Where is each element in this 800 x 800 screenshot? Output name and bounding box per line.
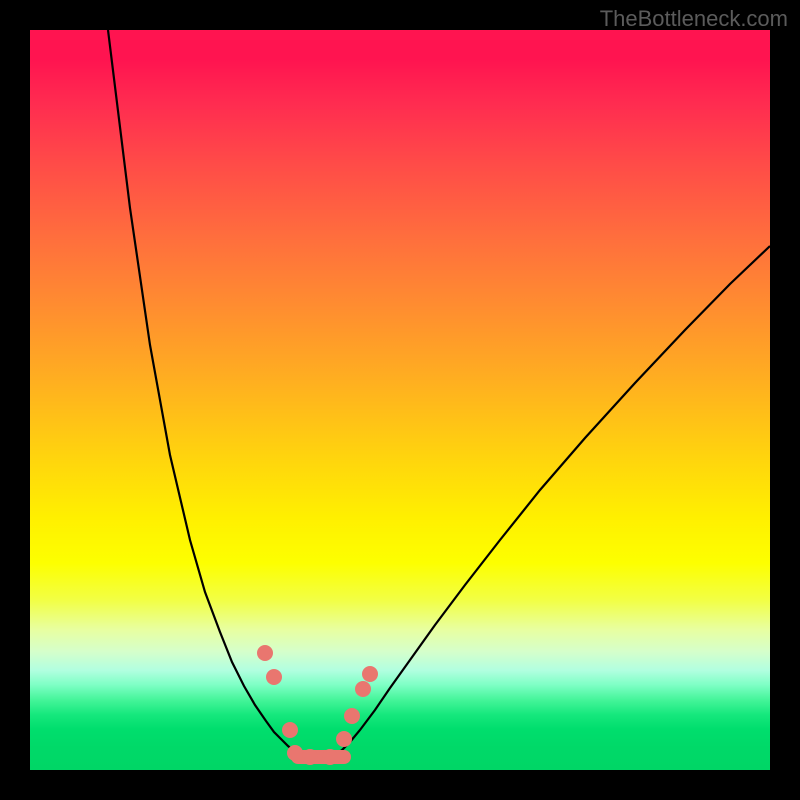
bottleneck-curve-left: [108, 30, 306, 755]
bottleneck-marker: [362, 666, 378, 682]
bottleneck-marker: [266, 669, 282, 685]
bottleneck-marker: [322, 749, 338, 765]
bottleneck-marker: [344, 708, 360, 724]
chart-plot-area: [30, 30, 770, 770]
bottleneck-marker: [355, 681, 371, 697]
bottleneck-marker: [302, 749, 318, 765]
bottleneck-marker: [282, 722, 298, 738]
chart-frame: TheBottleneck.com: [0, 0, 800, 800]
bottleneck-marker: [287, 745, 303, 761]
chart-svg: [30, 30, 770, 770]
bottleneck-marker: [336, 731, 352, 747]
watermark-text: TheBottleneck.com: [600, 6, 788, 32]
bottleneck-markers: [257, 645, 378, 765]
bottleneck-curve-right: [335, 246, 770, 755]
bottleneck-marker: [257, 645, 273, 661]
